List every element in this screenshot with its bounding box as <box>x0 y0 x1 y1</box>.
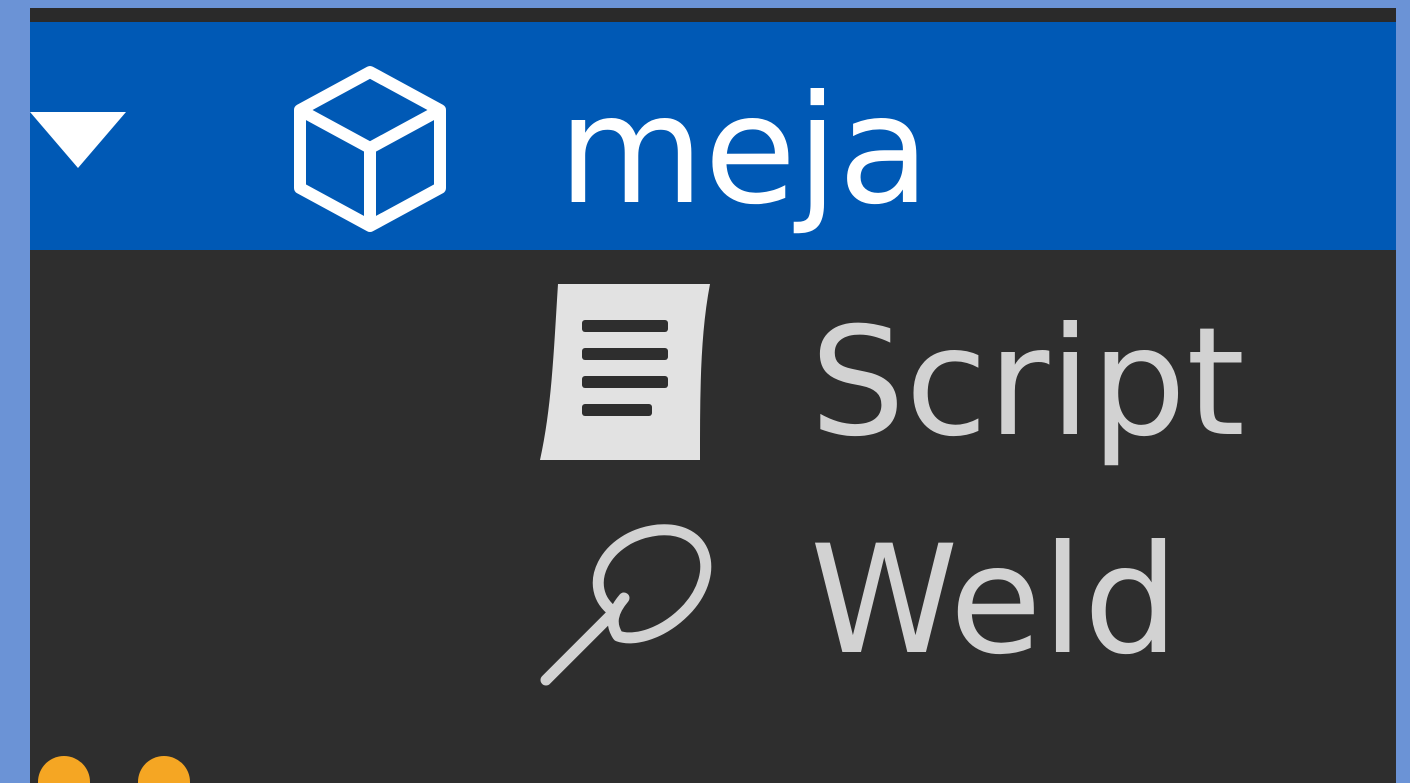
panel-top-edge <box>30 8 1396 22</box>
tree-item-partial[interactable] <box>30 728 1396 783</box>
tree-item-label: Script <box>810 296 1246 470</box>
tree-item-label: Weld <box>810 514 1179 688</box>
tree-item-script[interactable]: Script <box>30 270 1396 480</box>
model-icon <box>294 66 446 232</box>
expand-arrow-icon[interactable] <box>30 112 126 168</box>
part-icon <box>38 756 190 783</box>
weld-icon <box>540 524 712 686</box>
tree-item-label: meja <box>558 64 930 238</box>
tree-item-meja[interactable]: meja <box>30 22 1396 250</box>
tree-item-weld[interactable]: Weld <box>30 498 1396 708</box>
explorer-panel: meja Script Weld <box>30 8 1396 783</box>
script-icon <box>540 284 710 460</box>
